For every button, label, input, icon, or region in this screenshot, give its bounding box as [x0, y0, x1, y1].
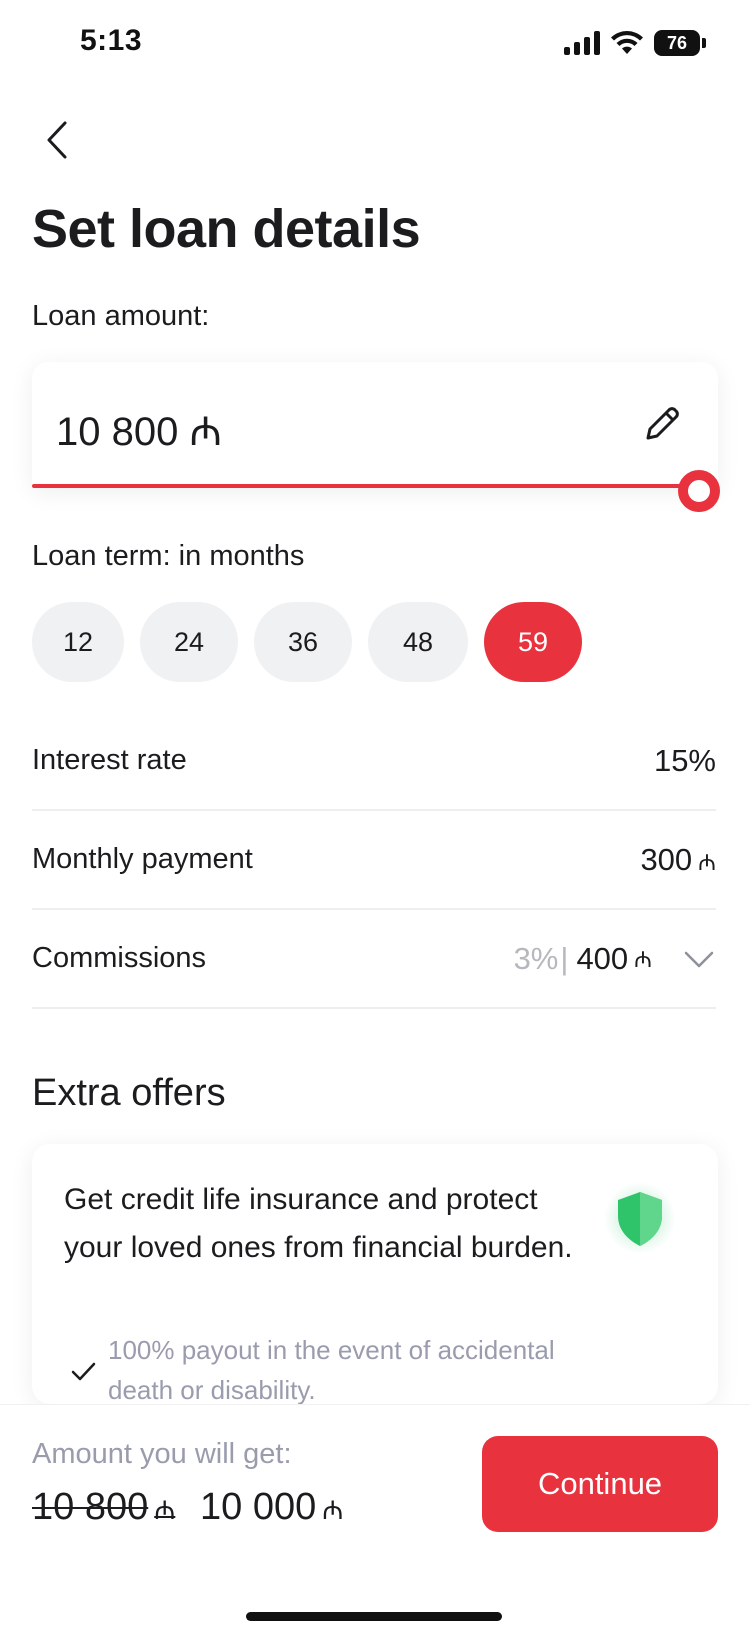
currency-symbol: ₼ [322, 1495, 344, 1525]
term-option-24[interactable]: 24 [140, 602, 238, 682]
currency-symbol: ₼ [154, 1495, 176, 1525]
commissions-row[interactable]: Commissions 3% | 400 ₼ [32, 910, 716, 1009]
back-button[interactable] [32, 110, 82, 170]
loan-amount-value[interactable]: 10 800 ₼ [56, 402, 222, 457]
term-option-12[interactable]: 12 [32, 602, 124, 682]
loan-term-label: Loan term: in months [32, 540, 305, 572]
edit-amount-button[interactable] [640, 402, 684, 446]
currency-symbol: ₼ [698, 849, 716, 875]
commissions-percent: 3% [513, 940, 559, 976]
commissions-label: Commissions [32, 942, 207, 974]
original-amount-value: 10 800 [32, 1486, 149, 1528]
amount-you-get-label: Amount you will get: [32, 1438, 292, 1470]
loan-term-options: 12 24 36 48 59 [32, 602, 582, 682]
pencil-icon [646, 407, 679, 440]
shield-icon [604, 1182, 676, 1254]
insurance-offer-text: Get credit life insurance and protect yo… [64, 1183, 573, 1264]
battery-level: 76 [654, 30, 700, 56]
monthly-payment-value: 300 ₼ [640, 842, 716, 878]
term-option-36[interactable]: 36 [254, 602, 352, 682]
interest-rate-value: 15% [653, 742, 716, 778]
term-option-48[interactable]: 48 [368, 602, 468, 682]
signal-icon [564, 31, 600, 55]
chevron-down-icon [684, 951, 714, 967]
battery-icon: 76 [654, 30, 706, 56]
commissions-separator: | [560, 940, 569, 976]
commissions-toggle[interactable]: 3% | 400 ₼ [514, 941, 716, 977]
monthly-payment-amount: 300 [640, 841, 693, 877]
wifi-icon [611, 31, 643, 54]
status-time: 5:13 [80, 24, 143, 57]
check-icon [71, 1362, 96, 1381]
monthly-payment-row: Monthly payment 300 ₼ [32, 811, 716, 910]
chevron-left-icon [47, 121, 67, 159]
interest-rate-label: Interest rate [32, 744, 187, 776]
currency-symbol: ₼ [634, 946, 652, 972]
amount-slider-track[interactable] [32, 484, 694, 488]
final-amount-value: 10 000 [200, 1486, 317, 1528]
home-indicator [246, 1612, 502, 1621]
term-option-59[interactable]: 59 [484, 602, 582, 682]
extra-offers-title: Extra offers [32, 1072, 226, 1114]
commissions-amount: 400 [576, 940, 629, 976]
original-amount: 10 800 ₼ [32, 1486, 175, 1529]
interest-rate-row: Interest rate 15% [32, 712, 716, 811]
continue-button[interactable]: Continue [482, 1436, 718, 1532]
page-title: Set loan details [32, 199, 421, 259]
status-icons: 76 [564, 26, 706, 60]
loan-amount-label: Loan amount: [32, 300, 210, 332]
amount-slider-thumb[interactable] [678, 470, 720, 512]
insurance-benefit-text: 100% payout in the event of accidental d… [108, 1335, 555, 1405]
final-amount: 10 000 ₼ [200, 1486, 343, 1529]
monthly-payment-label: Monthly payment [32, 843, 253, 875]
